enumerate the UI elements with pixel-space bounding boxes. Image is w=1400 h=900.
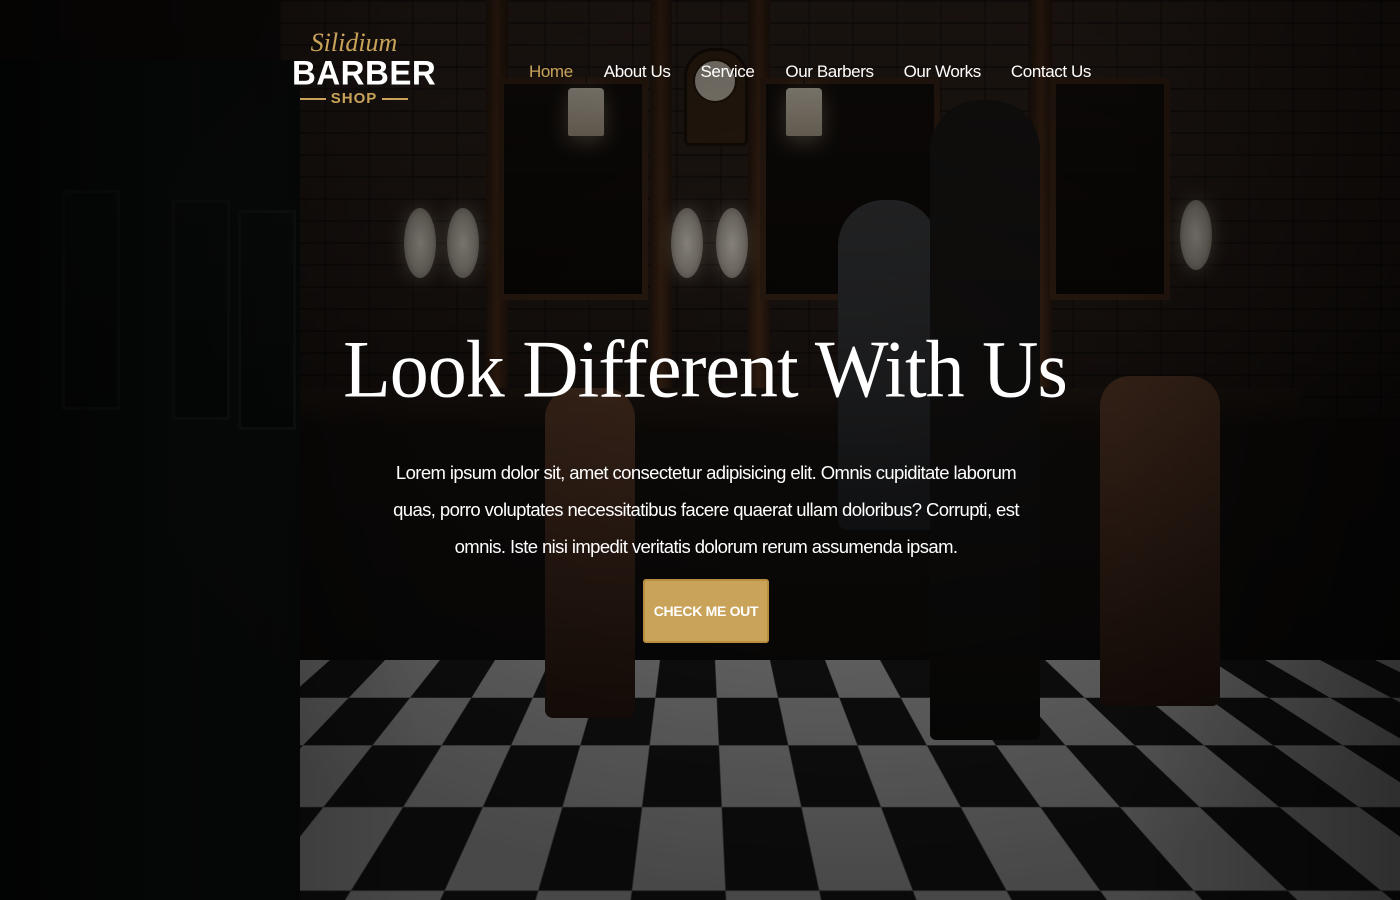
logo-divider [299,97,326,100]
hero-headline: Look Different With Us [343,322,1068,415]
logo-sub-text: SHOP [330,90,378,107]
nav-item-our-barbers[interactable]: Our Barbers [785,62,874,86]
nav-item-service[interactable]: Service [700,62,754,86]
main-nav: Home About Us Service Our Barbers Our Wo… [529,62,1091,86]
nav-item-about-us[interactable]: About Us [604,62,671,86]
logo-main-text: BARBER [292,53,437,92]
hero-description: Lorem ipsum dolor sit, amet consectetur … [393,462,1019,557]
background-image [0,0,1400,900]
nav-item-our-works[interactable]: Our Works [904,62,982,86]
check-me-out-button[interactable]: CHECK ME OUT [643,579,769,643]
nav-item-home[interactable]: Home [529,62,573,86]
logo[interactable]: Silidium BARBER SHOP [292,30,437,120]
dark-overlay [0,0,1400,900]
nav-item-contact-us[interactable]: Contact Us [1011,62,1091,86]
logo-divider [382,97,409,100]
logo-sub-row: SHOP [292,90,416,107]
hero-section: Silidium BARBER SHOP Home About Us Servi… [0,0,1400,900]
